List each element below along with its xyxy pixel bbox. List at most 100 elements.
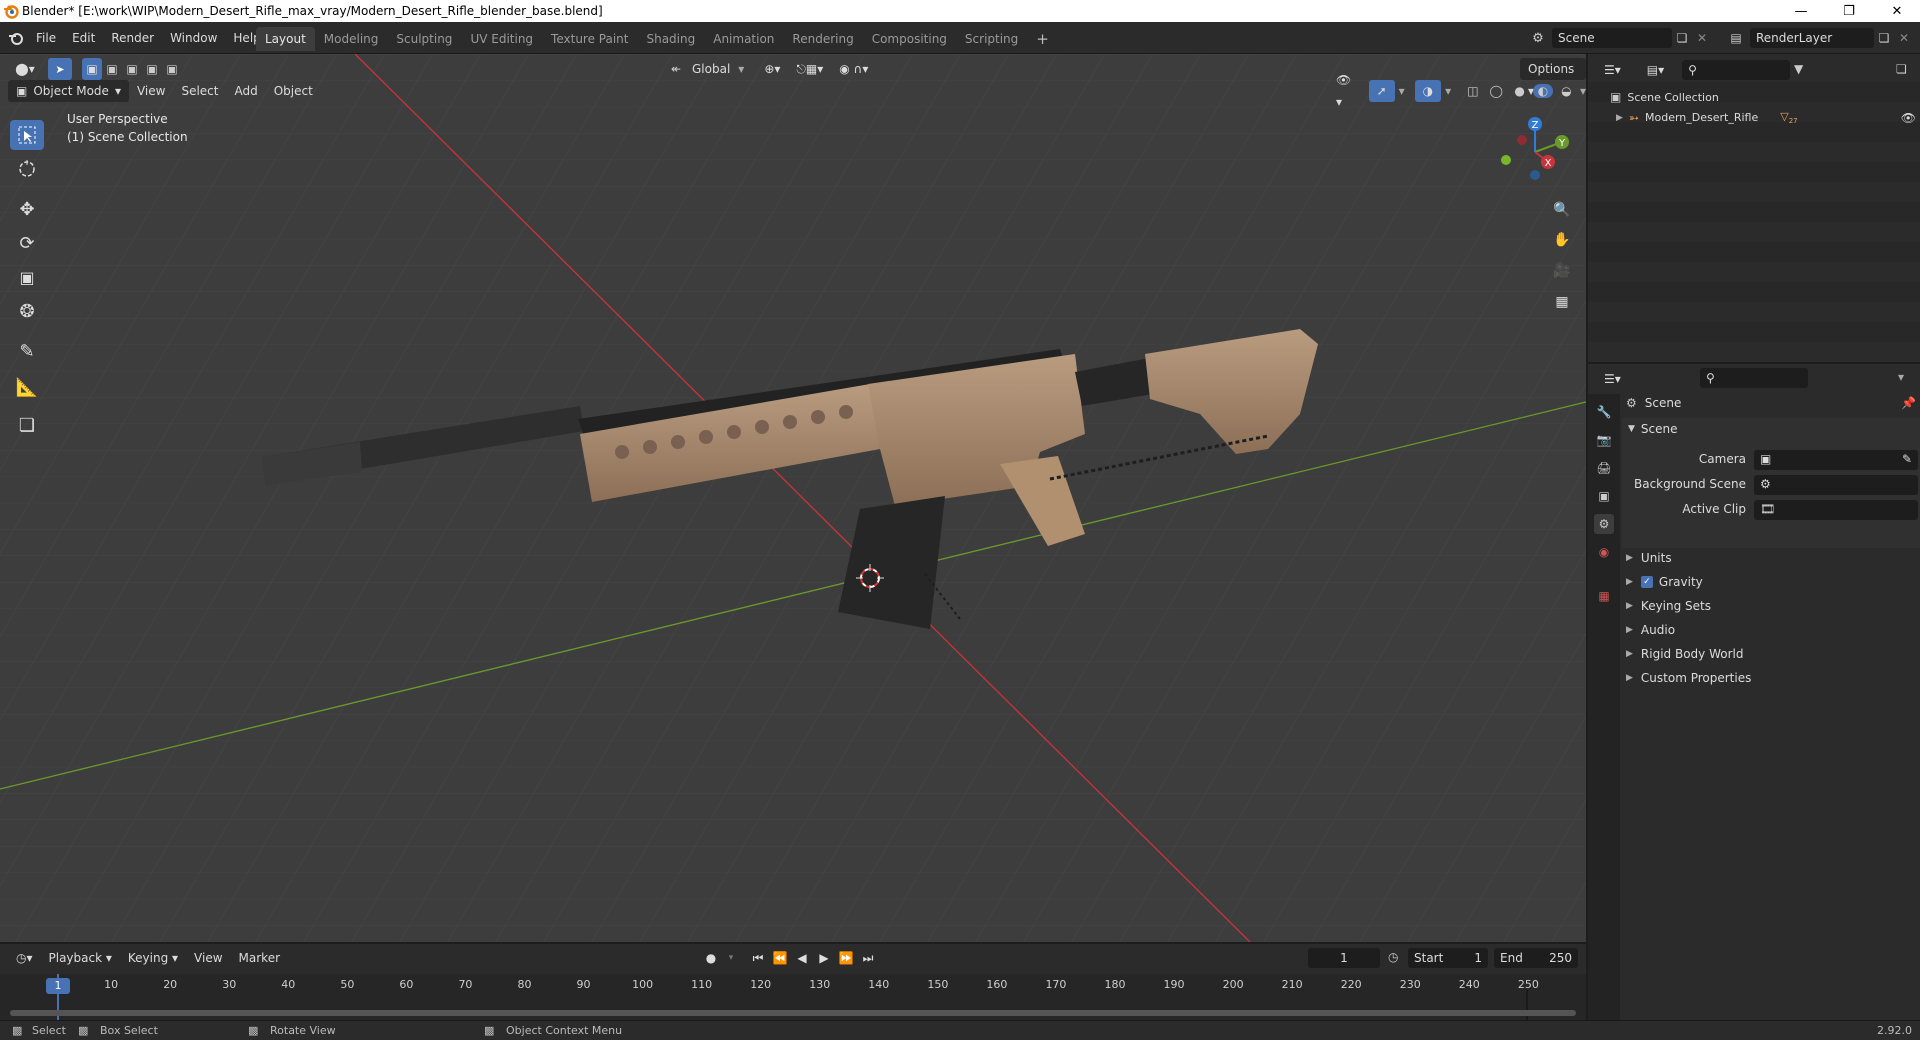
select-tool-mode-icon[interactable]: ➤ [48,58,72,80]
overlays-toggle-icon[interactable]: ◑ [1414,80,1442,102]
pivot-point-icon[interactable]: ⊕▾ [756,58,788,80]
timeline-track[interactable]: 1102030405060708090100110120130140150160… [0,974,1586,1020]
scene-icon[interactable]: ⚙ [1524,27,1552,49]
mode-dropdown[interactable]: ▣ Object Mode ▾ [8,80,129,102]
outliner-item[interactable]: ▶ ➳ Modern_Desert_Rifle ▽27 👁 [1616,110,1916,125]
proportional-edit-icon[interactable]: ◉ ∩▾ [831,58,876,80]
eyedropper-icon[interactable]: ✎ [1902,452,1912,466]
tab-shading[interactable]: Shading [637,27,704,51]
cursor-tool-icon[interactable] [10,154,44,184]
output-tab-icon[interactable]: 🖨 [1594,458,1614,478]
scene-field[interactable]: Scene [1552,28,1672,48]
active-clip-field[interactable]: 🎞 [1754,500,1918,520]
display-mode-icon[interactable]: ▤▾ [1639,59,1672,81]
keying-sets-panel[interactable]: ▶ Keying Sets [1626,594,1920,618]
minimize-button[interactable]: — [1778,0,1824,22]
tab-uv-editing[interactable]: UV Editing [461,27,542,51]
gizmo-toggle-icon[interactable]: ➚ [1368,80,1395,102]
material-shading-icon[interactable]: ◐ [1533,84,1553,98]
playhead-frame[interactable]: 1 [46,978,70,994]
world-tab-icon[interactable]: ◉ [1594,542,1614,562]
menu-playback[interactable]: Playback ▾ [41,947,120,969]
3d-viewport[interactable]: ⬤▾ ➤ ▣ ▣ ▣ ▣ ▣ ↞ Global ▾ ⊕▾ ⎋▦▾ ◉ ∩▾ Op… [0,54,1586,942]
editor-type-icon[interactable]: ☰▾ [1596,59,1629,81]
record-icon[interactable]: ● [700,947,722,969]
add-workspace-icon[interactable]: + [1027,27,1058,51]
expand-arrow-icon[interactable]: ▶ [1616,113,1623,123]
menu-edit[interactable]: Edit [64,27,103,49]
chevron-down-icon[interactable]: ▾ [1898,370,1904,384]
visibility-eye-icon[interactable]: 👁 [1901,111,1916,125]
select-box-tool-icon[interactable] [10,120,44,150]
jump-end-icon[interactable]: ⏭ [858,947,878,969]
perspective-grid-icon[interactable]: ▦ [1548,288,1576,316]
menu-window[interactable]: Window [162,27,225,49]
navigation-gizmo[interactable]: Z Y X [1490,112,1570,192]
audio-panel[interactable]: ▶ Audio [1626,618,1920,642]
rendered-shading-icon[interactable]: ◒ [1557,84,1576,98]
gravity-panel[interactable]: ▶ ✓ Gravity [1626,570,1920,594]
units-panel[interactable]: ▶ Units [1626,546,1920,570]
scale-tool-icon[interactable]: ▣ [10,262,44,292]
zoom-icon[interactable]: 🔍 [1548,196,1576,224]
tab-scripting[interactable]: Scripting [956,27,1027,51]
jump-start-icon[interactable]: ⏮ [748,947,768,969]
menu-marker[interactable]: Marker [231,947,288,969]
render-tab-icon[interactable]: 📷 [1594,430,1614,450]
tool-tab-icon[interactable]: 🔧 [1594,402,1614,422]
menu-view[interactable]: View [129,80,173,102]
menu-add[interactable]: Add [226,80,265,102]
snap-icon[interactable]: ⎋▦▾ [788,58,831,80]
add-cube-tool-icon[interactable]: ❏ [10,410,44,440]
render-layer-icon[interactable]: ▤ [1722,27,1750,49]
play-reverse-icon[interactable]: ◀ [792,947,812,969]
wireframe-shading-icon[interactable]: ◯ [1487,84,1506,98]
pin-icon[interactable]: 📌 [1901,396,1916,410]
tab-texture-paint[interactable]: Texture Paint [542,27,637,51]
pan-hand-icon[interactable]: ✋ [1548,226,1576,254]
tab-modeling[interactable]: Modeling [315,27,388,51]
editor-type-icon[interactable]: ◷▾ [8,947,41,969]
annotate-tool-icon[interactable]: ✎ [10,336,44,366]
orientation-dropdown[interactable]: Global [684,58,738,80]
prev-keyframe-icon[interactable]: ⏪ [770,947,790,969]
close-window-button[interactable]: ✕ [1874,0,1920,22]
background-scene-field[interactable]: ⚙ [1754,475,1918,495]
delete-layer-icon[interactable]: ✕ [1894,28,1914,48]
rigid-body-world-panel[interactable]: ▶ Rigid Body World [1626,642,1920,666]
visibility-icon[interactable]: 👁▾ [1328,73,1365,109]
menu-file[interactable]: File [28,27,64,49]
select-new-icon[interactable]: ▣ [82,58,102,80]
current-frame-field[interactable]: 1 [1308,948,1380,968]
menu-object[interactable]: Object [266,80,321,102]
rotate-tool-icon[interactable]: ⟳ [10,228,44,258]
view-layer-tab-icon[interactable]: ▣ [1594,486,1614,506]
xray-toggle-icon[interactable]: ◫ [1463,84,1482,98]
menu-render[interactable]: Render [103,27,162,49]
tab-sculpting[interactable]: Sculpting [387,27,461,51]
outliner-root[interactable]: ▣ Scene Collection [1610,90,1719,104]
menu-select[interactable]: Select [173,80,226,102]
select-extend-icon[interactable]: ▣ [102,58,122,80]
timeline-scrollbar[interactable] [10,1010,1576,1016]
editor-type-icon[interactable]: ☰▾ [1596,368,1629,390]
blender-menu-icon[interactable] [6,28,28,48]
preview-range-icon[interactable]: ◷ [1388,950,1398,964]
restore-button[interactable]: ❐ [1826,0,1872,22]
delete-scene-icon[interactable]: ✕ [1692,28,1712,48]
tab-rendering[interactable]: Rendering [783,27,862,51]
properties-search-input[interactable]: ⚲ [1700,368,1808,388]
custom-properties-panel[interactable]: ▶ Custom Properties [1626,666,1920,690]
options-button[interactable]: Options ▾ [1520,58,1586,98]
menu-keying[interactable]: Keying ▾ [120,947,186,969]
transform-tool-icon[interactable]: ❂ [10,296,44,326]
render-layer-field[interactable]: RenderLayer [1750,28,1874,48]
outliner-search-input[interactable]: ⚲ [1682,60,1791,80]
select-subtract-icon[interactable]: ▣ [122,58,142,80]
tab-layout[interactable]: Layout [256,27,315,51]
new-collection-icon[interactable]: ❏ [1896,62,1907,76]
texture-tab-icon[interactable]: ▦ [1594,586,1614,606]
scene-panel-header[interactable]: ▼ Scene [1628,422,1678,436]
scene-tab-icon[interactable]: ⚙ [1594,514,1614,534]
gravity-checkbox[interactable]: ✓ [1640,576,1653,588]
